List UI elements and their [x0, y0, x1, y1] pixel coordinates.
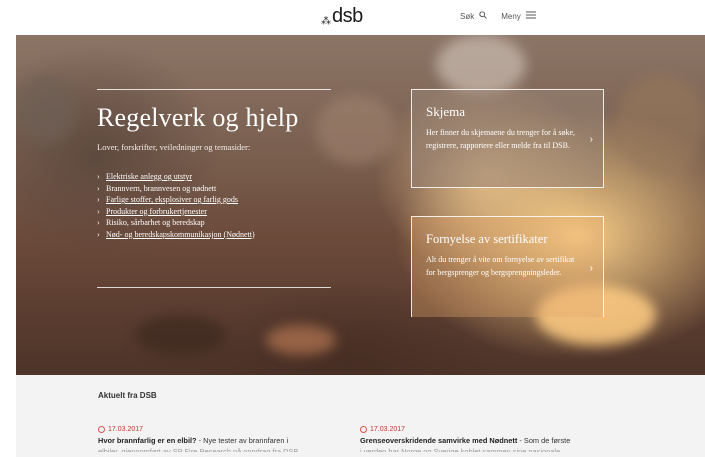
news-headline-line: Grenseoverskridende samvirke med Nødnett…: [360, 436, 610, 445]
topic-link-elektriske[interactable]: › Elektriske anlegg og utstyr: [97, 171, 331, 183]
bokeh-light: [136, 315, 226, 355]
search-icon: [479, 11, 488, 21]
topic-link-label: Brannvern, brannvesen og nødnett: [106, 183, 217, 193]
topic-link-list: › Elektriske anlegg og utstyr › Brannvern,…: [97, 171, 331, 240]
menu-button[interactable]: Meny: [501, 11, 536, 21]
news-summary: - Nye tester av brannfaren i: [196, 436, 289, 445]
logo-mark-icon: ⁂: [321, 16, 331, 27]
bokeh-light: [16, 75, 76, 145]
topic-link-label: Nød- og beredskapskommunikasjon (Nødnett…: [106, 229, 255, 239]
chevron-right-icon: ›: [589, 134, 593, 145]
regelverk-panel: Regelverk og hjelp Lover, forskrifter, v…: [97, 89, 331, 240]
topic-link-risiko[interactable]: › Risiko, sårbarhet og beredskap: [97, 217, 331, 229]
hero-subtitle: Lover, forskrifter, veiledninger og tema…: [97, 142, 251, 152]
clock-icon: [360, 426, 367, 433]
news-item[interactable]: 17.03.2017 Hvor brannfarlig er en elbil?…: [98, 426, 348, 452]
bokeh-light: [436, 35, 526, 95]
skjema-card[interactable]: Skjema Her finner du skjemaene du trenge…: [411, 89, 604, 188]
topic-link-nodnett[interactable]: › Nød- og beredskapskommunikasjon (Nødnet…: [97, 229, 331, 241]
news-heading: Aktuelt fra DSB: [98, 391, 157, 400]
news-section: Aktuelt fra DSB 17.03.2017 Hvor brannfar…: [16, 375, 705, 457]
topic-link-label: Elektriske anlegg og utstyr: [106, 172, 192, 181]
top-divider: [97, 89, 331, 90]
chevron-right-icon: ›: [97, 229, 100, 239]
dsb-logo[interactable]: ⁂ dsb: [321, 5, 363, 27]
bottom-divider: [97, 287, 331, 288]
chevron-right-icon: ›: [589, 263, 593, 274]
fornyelse-card[interactable]: Fornyelse av sertifikater Alt du trenger…: [411, 216, 604, 317]
news-headline[interactable]: Grenseoverskridende samvirke med Nødnett: [360, 436, 517, 445]
site-header: ⁂ dsb Søk Meny: [0, 0, 705, 35]
topic-link-label: Farlige stoffer, eksplosiver og farlig g…: [106, 195, 238, 204]
topic-link-farlige-stoffer[interactable]: › Farlige stoffer, eksplosiver og farlig …: [97, 194, 331, 206]
chevron-right-icon: ›: [97, 195, 100, 204]
news-date-text: 17.03.2017: [108, 426, 144, 433]
chevron-right-icon: ›: [97, 172, 100, 181]
header-nav: Søk Meny: [460, 11, 536, 21]
news-headline[interactable]: Hvor brannfarlig er en elbil?: [98, 436, 197, 445]
topic-link-brannvern[interactable]: › Brannvern, brannvesen og nødnett: [97, 183, 331, 195]
search-label: Søk: [460, 11, 475, 21]
menu-label: Meny: [501, 11, 521, 21]
bokeh-light: [266, 325, 336, 355]
chevron-right-icon: ›: [97, 183, 100, 193]
news-summary-cut: elbiler, gjennomført av SP Fire Research…: [98, 447, 301, 452]
bokeh-light: [616, 75, 705, 175]
news-date-text: 17.03.2017: [370, 426, 406, 433]
chevron-right-icon: ›: [97, 218, 100, 227]
topic-link-produkter[interactable]: › Produkter og forbrukertjenester: [97, 206, 331, 218]
card-title: Skjema: [426, 104, 465, 119]
hamburger-icon: [525, 11, 536, 21]
chevron-right-icon: ›: [97, 206, 100, 216]
page-title: Regelverk og hjelp: [97, 103, 299, 132]
news-date: 17.03.2017: [360, 426, 610, 433]
news-item[interactable]: 17.03.2017 Grenseoverskridende samvirke …: [360, 426, 610, 452]
news-headline-line: Hvor brannfarlig er en elbil? - Nye test…: [98, 436, 348, 445]
news-date: 17.03.2017: [98, 426, 348, 433]
topic-link-label: Risiko, sårbarhet og beredskap: [106, 218, 205, 227]
topic-link-label: Produkter og forbrukertjenester: [106, 206, 207, 216]
clock-icon: [98, 426, 105, 433]
card-text: Her finner du skjemaene du trenger for å…: [426, 128, 576, 150]
logo-text: dsb: [332, 5, 363, 27]
card-text: Alt du trenger å vite om fornyelse av se…: [426, 255, 575, 277]
card-title: Fornyelse av sertifikater: [426, 232, 548, 246]
search-button[interactable]: Søk: [460, 11, 488, 21]
news-summary: - Som de første: [517, 436, 571, 445]
news-summary-cut: i verden har Norge og Sverige koblet sam…: [360, 447, 561, 452]
